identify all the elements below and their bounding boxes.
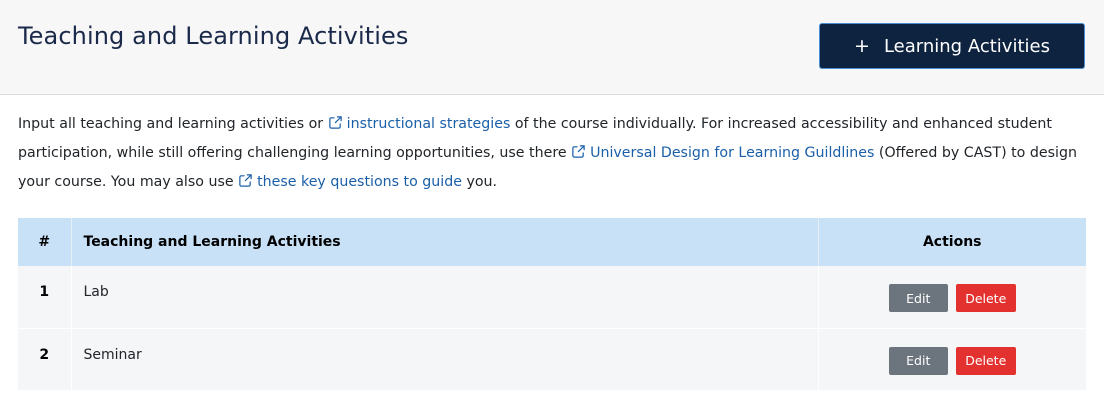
table-header-row: # Teaching and Learning Activities Actio… bbox=[18, 218, 1086, 266]
edit-button[interactable]: Edit bbox=[888, 346, 948, 375]
external-link-icon bbox=[572, 145, 585, 158]
delete-button[interactable]: Delete bbox=[955, 284, 1016, 312]
link-label: these key questions to guide bbox=[257, 174, 462, 190]
intro-text-part: you. bbox=[466, 174, 498, 190]
intro-text: Input all teaching and learning activiti… bbox=[18, 110, 1088, 197]
intro-text-part: Input all teaching and learning activiti… bbox=[18, 116, 328, 132]
activity-name: Lab bbox=[71, 266, 819, 328]
delete-button[interactable]: Delete bbox=[955, 346, 1016, 375]
column-header-actions: Actions bbox=[818, 218, 1086, 266]
external-link-icon bbox=[239, 174, 252, 187]
page-title: Teaching and Learning Activities bbox=[18, 22, 409, 50]
column-header-activity: Teaching and Learning Activities bbox=[71, 218, 819, 266]
link-label: Universal Design for Learning Guildlines bbox=[590, 145, 875, 161]
table-row: 2 Seminar Edit Delete bbox=[18, 327, 1086, 390]
add-button-label: Learning Activities bbox=[883, 35, 1050, 57]
column-header-number: # bbox=[18, 218, 72, 266]
activities-table-wrapper: # Teaching and Learning Activities Actio… bbox=[18, 218, 1086, 390]
card-header: Teaching and Learning Activities + Learn… bbox=[0, 0, 1104, 95]
external-link-icon bbox=[328, 116, 342, 129]
row-actions: Edit Delete bbox=[818, 266, 1086, 328]
add-learning-activity-button[interactable]: + Learning Activities bbox=[819, 23, 1085, 69]
row-number: 2 bbox=[18, 327, 72, 390]
edit-button[interactable]: Edit bbox=[888, 284, 948, 312]
key-questions-link[interactable]: these key questions to guide bbox=[238, 174, 462, 190]
link-label: instructional strategies bbox=[346, 116, 511, 132]
activities-table: # Teaching and Learning Activities Actio… bbox=[18, 218, 1086, 390]
row-number: 1 bbox=[18, 266, 72, 328]
instructional-strategies-link[interactable]: instructional strategies bbox=[328, 116, 511, 132]
activity-name: Seminar bbox=[71, 327, 819, 390]
row-actions: Edit Delete bbox=[818, 327, 1086, 390]
plus-icon: + bbox=[854, 34, 870, 57]
udl-guidelines-link[interactable]: Universal Design for Learning Guildlines bbox=[571, 145, 874, 161]
table-row: 1 Lab Edit Delete bbox=[18, 266, 1086, 328]
